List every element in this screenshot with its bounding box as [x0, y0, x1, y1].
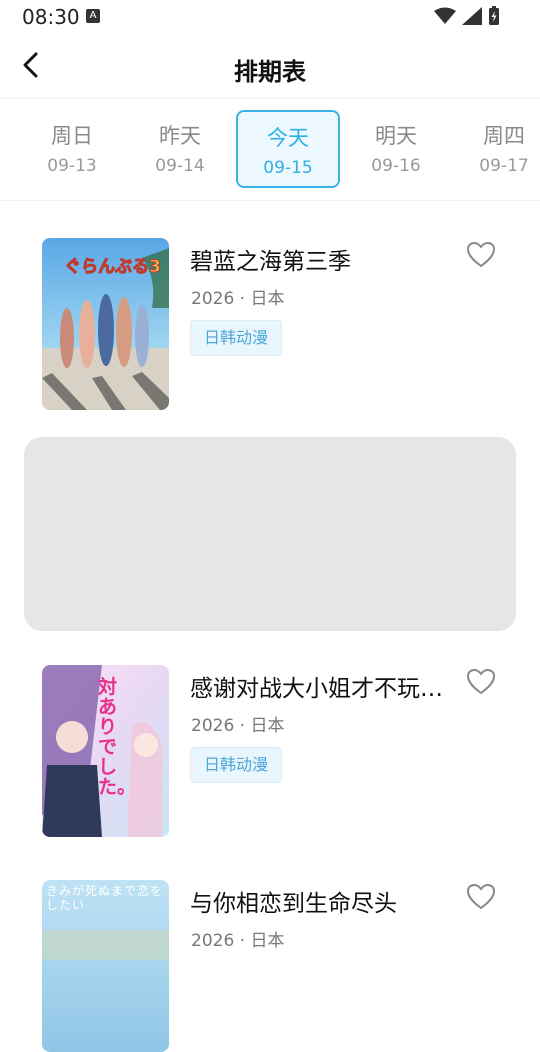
date-tab-date: 09-14 — [155, 156, 205, 176]
anime-title: 碧蓝之海第三季 — [190, 249, 351, 275]
anime-title: 感谢对战大小姐才不玩… — [190, 676, 443, 702]
wifi-icon — [434, 7, 456, 24]
anime-meta: 2026 · 日本 — [191, 716, 285, 736]
date-selector: 周日 09-13 昨天 09-14 今天 09-15 明天 09-16 周四 0… — [0, 100, 540, 201]
date-tab-date: 09-13 — [47, 156, 97, 176]
anime-poster[interactable]: 対ありでした。 — [42, 665, 169, 837]
poster-logo-text: きみが死ぬまで恋をしたい — [46, 884, 164, 912]
heart-icon — [466, 668, 496, 695]
heart-icon — [466, 883, 496, 910]
cell-signal-icon — [462, 7, 482, 25]
poster-logo-text: ぐらんぶる3 — [64, 257, 162, 278]
date-tab-date: 09-15 — [263, 158, 313, 178]
anime-poster[interactable]: ぐらんぶる3 — [42, 238, 169, 410]
genre-tag: 日韩动漫 — [190, 747, 283, 783]
anime-title: 与你相恋到生命尽头 — [190, 891, 397, 917]
status-bar: 08:30 A — [0, 0, 540, 34]
date-tab-day: 明天 — [375, 124, 417, 148]
date-tab-day: 昨天 — [159, 124, 201, 148]
anime-list-item[interactable]: きみが死ぬまで恋をしたい 与你相恋到生命尽头 2026 · 日本 — [0, 880, 540, 1052]
date-tab-yesterday[interactable]: 昨天 09-14 — [128, 110, 232, 188]
battery-icon — [489, 6, 499, 25]
date-tab-tomorrow[interactable]: 明天 09-16 — [344, 110, 448, 188]
top-app-bar: 排期表 — [0, 34, 540, 99]
date-tab-sunday[interactable]: 周日 09-13 — [20, 110, 124, 188]
anime-list-item[interactable]: ぐらんぶる3 碧蓝之海第三季 2026 · 日本 日韩动漫 — [0, 238, 540, 410]
heart-icon — [466, 241, 496, 268]
date-tab-thursday[interactable]: 周四 09-17 — [452, 110, 540, 188]
ad-placeholder[interactable] — [24, 437, 516, 631]
favorite-button[interactable] — [466, 240, 496, 270]
anime-meta: 2026 · 日本 — [191, 931, 285, 951]
anime-list-item[interactable]: 対ありでした。 感谢对战大小姐才不玩… 2026 · 日本 日韩动漫 — [0, 665, 540, 837]
favorite-button[interactable] — [466, 667, 496, 697]
date-tab-date: 09-16 — [371, 156, 421, 176]
status-icons — [434, 6, 500, 26]
date-tab-day: 今天 — [267, 126, 309, 150]
date-tab-date: 09-17 — [479, 156, 529, 176]
date-tab-day: 周四 — [483, 124, 525, 148]
date-tab-today[interactable]: 今天 09-15 — [236, 110, 340, 188]
date-tab-day: 周日 — [51, 124, 93, 148]
anime-meta: 2026 · 日本 — [191, 289, 285, 309]
poster-logo-text: 対ありでした。 — [98, 676, 137, 798]
anime-poster[interactable]: きみが死ぬまで恋をしたい — [42, 880, 169, 1052]
genre-tag: 日韩动漫 — [190, 320, 283, 356]
page-title: 排期表 — [234, 58, 306, 86]
status-time: 08:30 — [22, 5, 80, 29]
favorite-button[interactable] — [466, 882, 496, 912]
notification-icon: A — [86, 9, 100, 23]
